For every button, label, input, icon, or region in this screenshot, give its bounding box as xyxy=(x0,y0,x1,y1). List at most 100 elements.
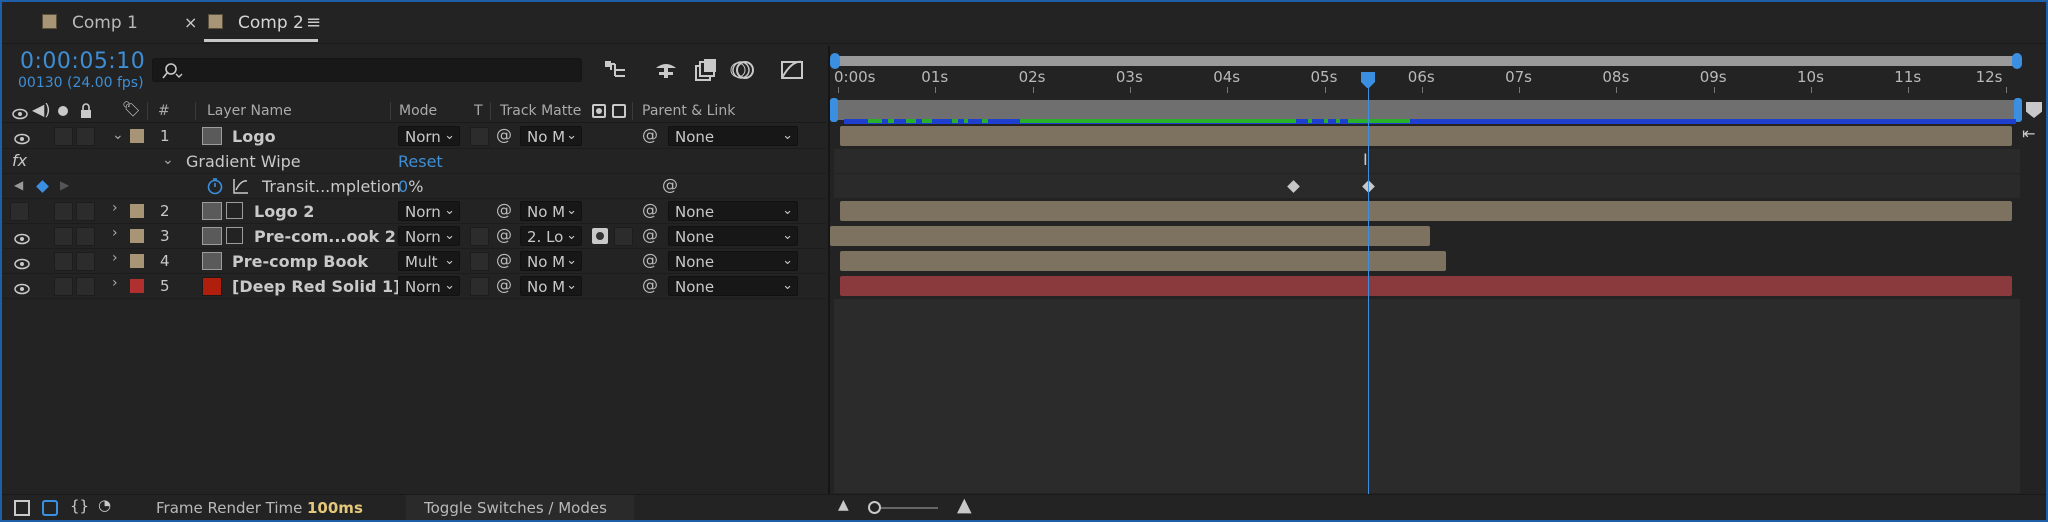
chevron-right-icon[interactable]: › xyxy=(112,201,118,215)
layer-name[interactable]: Pre-com...ook 2 xyxy=(254,229,396,245)
mode-dropdown[interactable]: Norn ⌄ xyxy=(398,226,460,246)
layer-row-2[interactable]: › 2 Logo 2 Norn ⌄ @ No M ⌄ @ None ⌄ xyxy=(2,199,826,224)
tab-comp-1[interactable]: Comp 1 xyxy=(32,2,182,42)
toggle-switches-modes-button[interactable]: Toggle Switches / Modes xyxy=(406,495,634,520)
audio-icon[interactable]: ◀) xyxy=(32,102,51,118)
lock-switch[interactable] xyxy=(76,277,95,296)
draft-3d-icon[interactable] xyxy=(652,56,680,84)
prev-keyframe-icon[interactable]: ◀ xyxy=(14,179,23,191)
visibility-switch[interactable] xyxy=(10,202,29,221)
lock-icon[interactable] xyxy=(79,103,93,123)
panel-menu-icon[interactable]: ≡ xyxy=(306,14,321,32)
parent-dropdown[interactable]: None ⌄ xyxy=(668,276,798,296)
parent-dropdown[interactable]: None ⌄ xyxy=(668,126,798,146)
close-tab-icon[interactable]: × xyxy=(184,15,197,31)
layer-bar-1[interactable] xyxy=(840,126,2012,146)
preserve-transparency-switch[interactable] xyxy=(470,252,489,271)
label-color-swatch[interactable] xyxy=(130,129,144,143)
mode-dropdown[interactable]: Norn ⌄ xyxy=(398,201,460,221)
search-input[interactable] xyxy=(152,58,582,82)
track-matte-dropdown[interactable]: No M ⌄ xyxy=(520,276,582,296)
chevron-right-icon[interactable]: › xyxy=(112,226,118,240)
parent-pickwhip-icon[interactable]: @ xyxy=(642,127,658,143)
mode-dropdown[interactable]: Mult ⌄ xyxy=(398,251,460,271)
time-navigator-start[interactable] xyxy=(830,53,840,69)
label-color-swatch[interactable] xyxy=(130,229,144,243)
matte-pickwhip-icon[interactable]: @ xyxy=(496,227,512,243)
tab-comp-2[interactable]: Comp 2 xyxy=(204,2,318,42)
layer-row-4[interactable]: › 4 Pre-comp Book Mult ⌄ @ No M ⌄ @ None ⌄ xyxy=(2,249,826,274)
eye-icon[interactable] xyxy=(14,280,30,295)
preserve-transparency-switch[interactable] xyxy=(470,127,489,146)
collapse-transform-icon[interactable] xyxy=(226,227,243,244)
time-navigator-end[interactable] xyxy=(2012,53,2022,69)
transfer-controls-icon[interactable] xyxy=(42,500,58,516)
chevron-down-icon[interactable]: ⌄ xyxy=(162,153,174,167)
layer-name[interactable]: Pre-comp Book xyxy=(232,254,368,270)
layer-bar-4[interactable] xyxy=(840,251,1446,271)
zoom-in-icon[interactable]: ▲ xyxy=(957,496,972,515)
eye-icon[interactable] xyxy=(14,230,30,245)
solo-switch[interactable] xyxy=(54,227,73,246)
layer-bar-2[interactable] xyxy=(840,201,2012,221)
current-time-display[interactable]: 0:00:05:10 xyxy=(20,51,145,73)
mode-dropdown[interactable]: Norn ⌄ xyxy=(398,126,460,146)
matte-pickwhip-icon[interactable]: @ xyxy=(496,252,512,268)
chevron-right-icon[interactable]: › xyxy=(112,276,118,290)
zoom-out-icon[interactable]: ▲ xyxy=(838,498,849,512)
track-matte-dropdown[interactable]: 2. Lo ⌄ xyxy=(520,226,582,246)
parent-pickwhip-icon[interactable]: @ xyxy=(642,227,658,243)
work-area-bar[interactable] xyxy=(834,100,2020,120)
collapse-transform-icon[interactable] xyxy=(226,202,243,219)
reset-button[interactable]: Reset xyxy=(398,154,443,170)
stopwatch-icon[interactable] xyxy=(206,177,224,199)
chevron-right-icon[interactable]: › xyxy=(112,251,118,265)
solo-switch[interactable] xyxy=(54,252,73,271)
eye-icon[interactable] xyxy=(14,130,30,145)
graph-editor-icon[interactable] xyxy=(778,56,806,84)
matte-pickwhip-icon[interactable]: @ xyxy=(496,202,512,218)
layer-row-5[interactable]: › 5 [Deep Red Solid 1] Norn ⌄ @ No M ⌄ @ N… xyxy=(2,274,826,299)
track-matte-dropdown[interactable]: No M ⌄ xyxy=(520,126,582,146)
motion-blur-icon[interactable] xyxy=(730,56,758,84)
parent-pickwhip-icon[interactable]: @ xyxy=(642,277,658,293)
preserve-transparency-switch[interactable] xyxy=(470,277,489,296)
layer-name[interactable]: Logo 2 xyxy=(254,204,314,220)
effect-name[interactable]: Gradient Wipe xyxy=(186,154,301,170)
playhead-icon[interactable] xyxy=(1360,72,1376,88)
label-color-swatch[interactable] xyxy=(130,254,144,268)
fx-icon[interactable]: fx xyxy=(12,153,27,169)
matte-pickwhip-icon[interactable]: @ xyxy=(496,277,512,293)
column-layer-name[interactable]: Layer Name xyxy=(207,104,292,118)
eye-icon[interactable] xyxy=(12,105,28,124)
parent-dropdown[interactable]: None ⌄ xyxy=(668,251,798,271)
solo-switch[interactable] xyxy=(54,277,73,296)
frame-blending-icon[interactable] xyxy=(692,56,720,84)
lock-switch[interactable] xyxy=(76,202,95,221)
comp-marker-bin-icon[interactable] xyxy=(2026,102,2042,118)
graph-icon[interactable] xyxy=(232,177,250,199)
layer-bar-5[interactable] xyxy=(840,276,2012,296)
mode-dropdown[interactable]: Norn ⌄ xyxy=(398,276,460,296)
label-tag-icon[interactable]: 🏷 xyxy=(122,102,141,117)
layer-name[interactable]: [Deep Red Solid 1] xyxy=(232,279,400,295)
track-matte-dropdown[interactable]: No M ⌄ xyxy=(520,201,582,221)
label-color-swatch[interactable] xyxy=(130,204,144,218)
layer-bar-3[interactable] xyxy=(830,226,1430,246)
solo-switch[interactable] xyxy=(54,202,73,221)
parent-dropdown[interactable]: None ⌄ xyxy=(668,226,798,246)
parent-dropdown[interactable]: None ⌄ xyxy=(668,201,798,221)
layer-row-3[interactable]: › 3 Pre-com...ook 2 Norn ⌄ @ 2. Lo ⌄ @ Non… xyxy=(2,224,826,249)
solo-switch[interactable] xyxy=(54,127,73,146)
solo-icon[interactable] xyxy=(58,106,68,116)
next-keyframe-icon[interactable]: ▶ xyxy=(60,179,69,191)
in-out-icon[interactable]: {} xyxy=(70,499,89,514)
eye-icon[interactable] xyxy=(14,255,30,270)
preserve-transparency-switch[interactable] xyxy=(470,227,489,246)
zoom-slider-thumb[interactable] xyxy=(868,501,881,514)
matte-alpha-toggle[interactable] xyxy=(592,228,608,244)
current-time-indicator[interactable] xyxy=(1368,72,1369,498)
matte-pickwhip-icon[interactable]: @ xyxy=(496,127,512,143)
parent-pickwhip-icon[interactable]: @ xyxy=(642,252,658,268)
render-time-icon[interactable]: ◔ xyxy=(98,498,111,513)
